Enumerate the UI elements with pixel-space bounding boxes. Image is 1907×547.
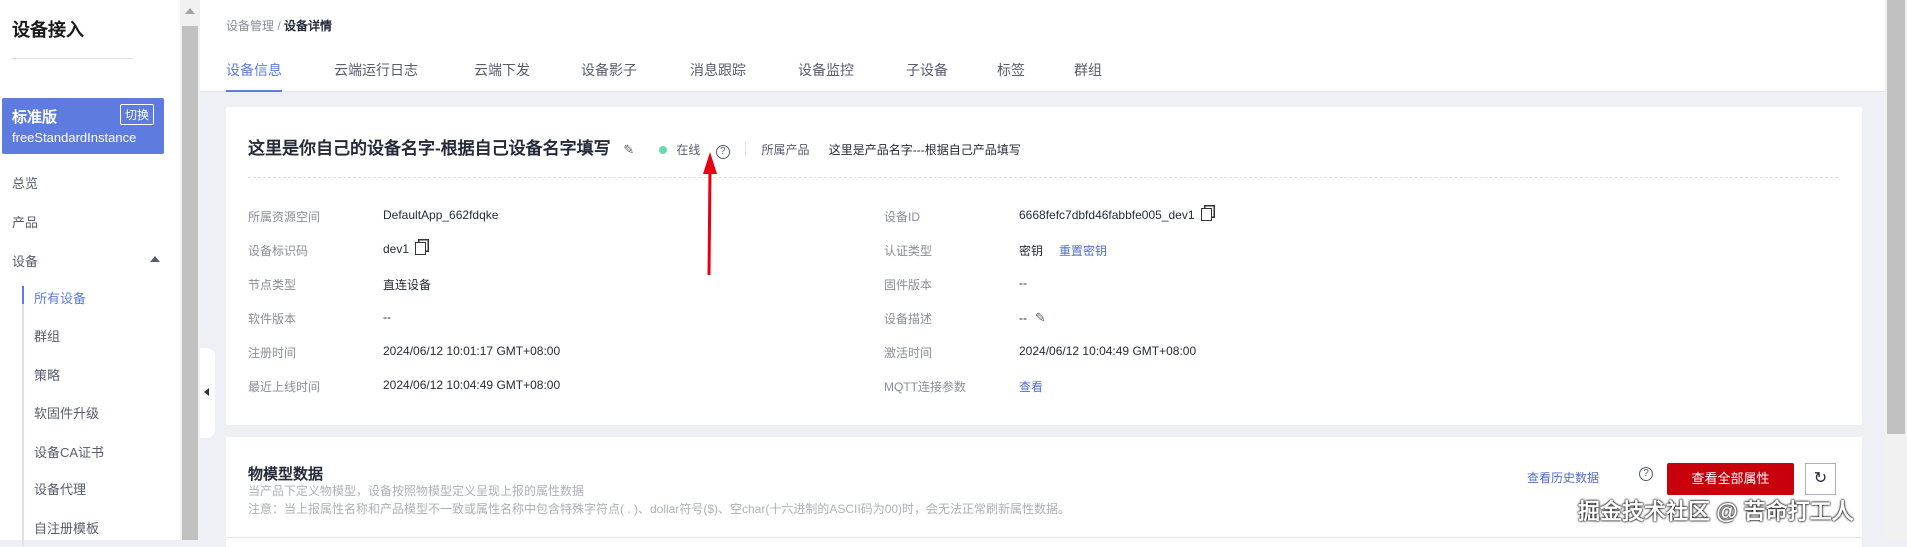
red-arrow-annotation (703, 152, 717, 276)
tab-groups[interactable]: 群组 (1074, 60, 1102, 90)
field-label: MQTT连接参数 (884, 380, 966, 394)
header: 设备管理 / 设备详情 设备信息 云端运行日志 云端下发 设备影子 消息跟踪 设… (200, 0, 1885, 92)
sidebar-item-ota[interactable]: 软固件升级 (34, 403, 99, 422)
help-icon[interactable]: ? (1639, 467, 1653, 481)
field-label: 最近上线时间 (248, 380, 321, 394)
field-value: DefaultApp_662fdqke (383, 208, 498, 222)
field-value: 2024/06/12 10:01:17 GMT+08:00 (383, 344, 560, 358)
sidebar-scroll-thumb[interactable] (182, 26, 198, 540)
field-label: 激活时间 (884, 346, 933, 360)
field-value-text: dev1 (383, 242, 410, 256)
tab-device-info[interactable]: 设备信息 (226, 60, 282, 92)
breadcrumb-parent[interactable]: 设备管理 (226, 19, 274, 33)
tab-shadow[interactable]: 设备影子 (581, 60, 637, 90)
section-subtitle: 当产品下定义物模型，设备按照物模型定义呈现上报的属性数据 (248, 484, 585, 498)
submenu-line (22, 286, 24, 546)
divider (12, 58, 134, 59)
collapse-sidebar-button[interactable] (200, 348, 215, 438)
field-value: 查看 (1019, 378, 1043, 395)
breadcrumb: 设备管理 / 设备详情 (226, 17, 332, 34)
field-label: 节点类型 (248, 278, 297, 292)
copy-icon[interactable] (1200, 208, 1212, 221)
field-label: 固件版本 (884, 278, 933, 292)
active-indicator (22, 286, 24, 304)
view-all-properties-button[interactable]: 查看全部属性 (1667, 463, 1794, 495)
field-value-text: 6668fefc7dbfd46fabbfe005_dev1 (1019, 208, 1195, 222)
switch-instance-button[interactable]: 切换 (119, 104, 154, 125)
tab-monitor[interactable]: 设备监控 (798, 60, 854, 90)
field-value: 直连设备 (383, 276, 431, 293)
instance-id: freeStandardInstance (12, 130, 137, 145)
sidebar-item-ca-cert[interactable]: 设备CA证书 (34, 442, 104, 461)
field-value: 2024/06/12 10:04:49 GMT+08:00 (1019, 344, 1196, 358)
product-name: 这里是产品名字---根据自己产品填写 (828, 143, 1021, 157)
scroll-up-icon[interactable] (185, 8, 195, 14)
field-label: 设备ID (884, 210, 921, 224)
section-note: 注意：当上报属性名称和产品模型不一致或属性名称中包含特殊字符点( . )、dol… (248, 502, 1071, 516)
tab-tags[interactable]: 标签 (997, 60, 1025, 90)
model-data-card: 物模型数据 当产品下定义物模型，设备按照物模型定义呈现上报的属性数据 注意：当上… (226, 437, 1862, 547)
field-value-text: 2024/06/12 10:01:17 GMT+08:00 (383, 344, 561, 358)
field-value: -- ✎ (1019, 310, 1046, 326)
field-value-text: 2024/06/12 10:04:49 GMT+08:00 (383, 378, 561, 392)
breadcrumb-sep: / (274, 19, 285, 33)
field-link[interactable]: 重置密钥 (1059, 244, 1107, 258)
edit-icon[interactable]: ✎ (623, 142, 634, 157)
device-name: 这里是你自己的设备名字-根据自己设备名字填写 (248, 139, 611, 158)
sidebar-item-overview[interactable]: 总览 (12, 173, 38, 192)
field-label: 注册时间 (248, 346, 297, 360)
sidebar: 设备接入 标准版 切换 freeStandardInstance 总览 产品 设… (0, 0, 180, 546)
field-link[interactable]: 查看 (1019, 380, 1043, 394)
online-dot-icon (659, 146, 668, 154)
breadcrumb-current: 设备详情 (284, 19, 333, 33)
instance-card[interactable]: 标准版 切换 freeStandardInstance (2, 98, 164, 154)
field-value-text: DefaultApp_662fdqke (383, 208, 499, 222)
field-value: 6668fefc7dbfd46fabbfe005_dev1 (1019, 208, 1212, 222)
sidebar-item-template[interactable]: 自注册模板 (34, 518, 99, 537)
caret-up-icon[interactable] (150, 256, 160, 262)
copy-icon[interactable] (415, 242, 427, 255)
edit-icon[interactable]: ✎ (1035, 310, 1046, 325)
field-value-text: 2024/06/12 10:04:49 GMT+08:00 (1019, 344, 1197, 358)
field-value: 密钥 重置密钥 (1019, 242, 1107, 259)
sidebar-item-device[interactable]: 设备 (12, 251, 38, 270)
field-value: 2024/06/12 10:04:49 GMT+08:00 (383, 378, 560, 392)
refresh-button[interactable]: ↻ (1805, 463, 1836, 495)
field-value-text: 直连设备 (383, 278, 432, 292)
sidebar-item-proxy[interactable]: 设备代理 (34, 479, 86, 498)
field-value-text: -- (1019, 276, 1027, 290)
field-label: 认证类型 (884, 244, 933, 258)
field-label: 设备标识码 (248, 244, 309, 258)
view-history-link[interactable]: 查看历史数据 (1527, 469, 1599, 486)
tab-child-devices[interactable]: 子设备 (906, 60, 948, 90)
field-value: -- (383, 310, 391, 324)
section-title: 物模型数据 (248, 466, 324, 483)
tab-cloud-send[interactable]: 云端下发 (474, 60, 530, 90)
sidebar-item-groups[interactable]: 群组 (34, 326, 60, 345)
sidebar-title: 设备接入 (12, 20, 84, 40)
product-label: 所属产品 (761, 143, 810, 157)
tab-cloud-log[interactable]: 云端运行日志 (334, 60, 418, 90)
field-value-text: -- (1019, 311, 1027, 325)
instance-name: 标准版 (12, 109, 58, 126)
device-info-card: 这里是你自己的设备名字-根据自己设备名字填写 ✎ 在线 ? 所属产品 这里是产品… (226, 107, 1862, 425)
page-scroll-thumb[interactable] (1887, 0, 1905, 434)
device-title-row: 这里是你自己的设备名字-根据自己设备名字填写 ✎ 在线 ? 所属产品 这里是产品… (248, 134, 1021, 159)
sidebar-item-policy[interactable]: 策略 (34, 365, 60, 384)
tab-message-trace[interactable]: 消息跟踪 (690, 60, 746, 90)
divider (226, 537, 1862, 538)
sidebar-item-product[interactable]: 产品 (12, 212, 38, 231)
field-value: -- (1019, 276, 1027, 290)
field-value-text: -- (383, 310, 391, 324)
divider (248, 177, 1838, 178)
field-label: 所属资源空间 (248, 210, 321, 224)
chevron-left-icon (204, 388, 209, 396)
field-value-text: 密钥 (1019, 244, 1044, 258)
watermark: 掘金技术社区 @ 苦命打工人 (1578, 499, 1854, 524)
refresh-icon: ↻ (1813, 470, 1828, 487)
field-label: 设备描述 (884, 312, 933, 326)
sidebar-item-all-devices[interactable]: 所有设备 (34, 288, 86, 307)
field-label: 软件版本 (248, 312, 297, 326)
field-value: dev1 (383, 242, 427, 256)
